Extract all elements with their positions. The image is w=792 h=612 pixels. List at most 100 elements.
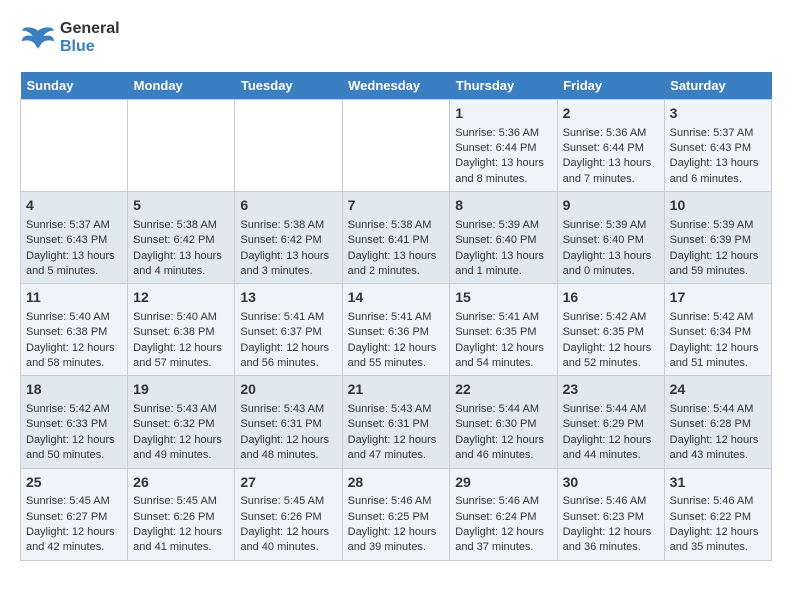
day-number: 10: [670, 196, 766, 216]
day-number: 24: [670, 380, 766, 400]
day-number: 26: [133, 473, 229, 493]
calendar-cell: [21, 100, 128, 192]
day-info: Sunrise: 5:41 AM Sunset: 6:36 PM Dayligh…: [348, 311, 437, 369]
day-number: 29: [455, 473, 551, 493]
day-number: 22: [455, 380, 551, 400]
day-number: 18: [26, 380, 122, 400]
day-number: 9: [563, 196, 659, 216]
day-info: Sunrise: 5:46 AM Sunset: 6:22 PM Dayligh…: [670, 495, 759, 553]
day-info: Sunrise: 5:42 AM Sunset: 6:35 PM Dayligh…: [563, 311, 652, 369]
day-info: Sunrise: 5:38 AM Sunset: 6:42 PM Dayligh…: [133, 219, 222, 277]
calendar-cell: 17 Sunrise: 5:42 AM Sunset: 6:34 PM Dayli…: [664, 284, 771, 376]
calendar-cell: 25Sunrise: 5:45 AM Sunset: 6:27 PM Dayli…: [21, 468, 128, 560]
day-info: Sunrise: 5:37 AM Sunset: 6:43 PM Dayligh…: [26, 219, 115, 277]
calendar-cell: 10 Sunrise: 5:39 AM Sunset: 6:39 PM Dayli…: [664, 192, 771, 284]
day-number: 5: [133, 196, 229, 216]
day-number: 7: [348, 196, 445, 216]
day-number: 15: [455, 288, 551, 308]
calendar-cell: 12 Sunrise: 5:40 AM Sunset: 6:38 PM Dayli…: [128, 284, 235, 376]
calendar-cell: [235, 100, 342, 192]
calendar-cell: 27Sunrise: 5:45 AM Sunset: 6:26 PM Dayli…: [235, 468, 342, 560]
calendar-cell: 3 Sunrise: 5:37 AM Sunset: 6:43 PM Daylig…: [664, 100, 771, 192]
day-info: Sunrise: 5:43 AM Sunset: 6:32 PM Dayligh…: [133, 403, 222, 461]
calendar-cell: 2 Sunrise: 5:36 AM Sunset: 6:44 PM Daylig…: [557, 100, 664, 192]
calendar-week-3: 11 Sunrise: 5:40 AM Sunset: 6:38 PM Dayli…: [21, 284, 772, 376]
day-header-friday: Friday: [557, 72, 664, 100]
calendar-cell: 5 Sunrise: 5:38 AM Sunset: 6:42 PM Daylig…: [128, 192, 235, 284]
calendar-cell: 7 Sunrise: 5:38 AM Sunset: 6:41 PM Daylig…: [342, 192, 450, 284]
day-number: 25: [26, 473, 122, 493]
calendar-cell: 28Sunrise: 5:46 AM Sunset: 6:25 PM Dayli…: [342, 468, 450, 560]
calendar-cell: 15 Sunrise: 5:41 AM Sunset: 6:35 PM Dayli…: [450, 284, 557, 376]
day-info: Sunrise: 5:38 AM Sunset: 6:42 PM Dayligh…: [240, 219, 329, 277]
day-info: Sunrise: 5:38 AM Sunset: 6:41 PM Dayligh…: [348, 219, 437, 277]
day-number: 3: [670, 104, 766, 124]
day-header-thursday: Thursday: [450, 72, 557, 100]
day-info: Sunrise: 5:41 AM Sunset: 6:37 PM Dayligh…: [240, 311, 329, 369]
day-number: 17: [670, 288, 766, 308]
day-info: Sunrise: 5:44 AM Sunset: 6:30 PM Dayligh…: [455, 403, 544, 461]
day-number: 14: [348, 288, 445, 308]
calendar-cell: 14 Sunrise: 5:41 AM Sunset: 6:36 PM Dayli…: [342, 284, 450, 376]
day-info: Sunrise: 5:43 AM Sunset: 6:31 PM Dayligh…: [240, 403, 329, 461]
day-info: Sunrise: 5:36 AM Sunset: 6:44 PM Dayligh…: [455, 127, 544, 185]
day-number: 20: [240, 380, 336, 400]
day-info: Sunrise: 5:46 AM Sunset: 6:24 PM Dayligh…: [455, 495, 544, 553]
day-header-saturday: Saturday: [664, 72, 771, 100]
logo: General Blue: [20, 20, 120, 56]
calendar-cell: 6Sunrise: 5:38 AM Sunset: 6:42 PM Daylig…: [235, 192, 342, 284]
calendar-cell: 29Sunrise: 5:46 AM Sunset: 6:24 PM Dayli…: [450, 468, 557, 560]
calendar-week-5: 25Sunrise: 5:45 AM Sunset: 6:27 PM Dayli…: [21, 468, 772, 560]
day-info: Sunrise: 5:44 AM Sunset: 6:28 PM Dayligh…: [670, 403, 759, 461]
calendar-cell: 21 Sunrise: 5:43 AM Sunset: 6:31 PM Dayli…: [342, 376, 450, 468]
calendar-header-row: SundayMondayTuesdayWednesdayThursdayFrid…: [21, 72, 772, 100]
day-info: Sunrise: 5:37 AM Sunset: 6:43 PM Dayligh…: [670, 127, 759, 185]
day-info: Sunrise: 5:39 AM Sunset: 6:40 PM Dayligh…: [455, 219, 544, 277]
calendar-cell: 8 Sunrise: 5:39 AM Sunset: 6:40 PM Daylig…: [450, 192, 557, 284]
calendar-cell: 31Sunrise: 5:46 AM Sunset: 6:22 PM Dayli…: [664, 468, 771, 560]
calendar-cell: [128, 100, 235, 192]
day-number: 11: [26, 288, 122, 308]
calendar-cell: 18 Sunrise: 5:42 AM Sunset: 6:33 PM Dayli…: [21, 376, 128, 468]
day-info: Sunrise: 5:43 AM Sunset: 6:31 PM Dayligh…: [348, 403, 437, 461]
day-number: 12: [133, 288, 229, 308]
calendar-cell: [342, 100, 450, 192]
day-info: Sunrise: 5:45 AM Sunset: 6:27 PM Dayligh…: [26, 495, 115, 553]
day-number: 8: [455, 196, 551, 216]
day-number: 21: [348, 380, 445, 400]
day-number: 16: [563, 288, 659, 308]
calendar-cell: 24 Sunrise: 5:44 AM Sunset: 6:28 PM Dayli…: [664, 376, 771, 468]
day-info: Sunrise: 5:40 AM Sunset: 6:38 PM Dayligh…: [26, 311, 115, 369]
day-number: 19: [133, 380, 229, 400]
calendar-body: 1Sunrise: 5:36 AM Sunset: 6:44 PM Daylig…: [21, 100, 772, 561]
day-info: Sunrise: 5:45 AM Sunset: 6:26 PM Dayligh…: [240, 495, 329, 553]
calendar-week-1: 1Sunrise: 5:36 AM Sunset: 6:44 PM Daylig…: [21, 100, 772, 192]
day-number: 4: [26, 196, 122, 216]
day-info: Sunrise: 5:42 AM Sunset: 6:33 PM Dayligh…: [26, 403, 115, 461]
day-number: 23: [563, 380, 659, 400]
day-info: Sunrise: 5:40 AM Sunset: 6:38 PM Dayligh…: [133, 311, 222, 369]
calendar-cell: 26Sunrise: 5:45 AM Sunset: 6:26 PM Dayli…: [128, 468, 235, 560]
day-info: Sunrise: 5:46 AM Sunset: 6:25 PM Dayligh…: [348, 495, 437, 553]
day-info: Sunrise: 5:36 AM Sunset: 6:44 PM Dayligh…: [563, 127, 652, 185]
day-info: Sunrise: 5:41 AM Sunset: 6:35 PM Dayligh…: [455, 311, 544, 369]
calendar-week-2: 4 Sunrise: 5:37 AM Sunset: 6:43 PM Daylig…: [21, 192, 772, 284]
day-header-monday: Monday: [128, 72, 235, 100]
day-info: Sunrise: 5:42 AM Sunset: 6:34 PM Dayligh…: [670, 311, 759, 369]
calendar-cell: 1Sunrise: 5:36 AM Sunset: 6:44 PM Daylig…: [450, 100, 557, 192]
logo-icon: [20, 23, 56, 53]
calendar-table: SundayMondayTuesdayWednesdayThursdayFrid…: [20, 72, 772, 561]
day-number: 2: [563, 104, 659, 124]
day-info: Sunrise: 5:46 AM Sunset: 6:23 PM Dayligh…: [563, 495, 652, 553]
day-header-wednesday: Wednesday: [342, 72, 450, 100]
calendar-cell: 30Sunrise: 5:46 AM Sunset: 6:23 PM Dayli…: [557, 468, 664, 560]
day-info: Sunrise: 5:45 AM Sunset: 6:26 PM Dayligh…: [133, 495, 222, 553]
logo-text: General Blue: [60, 20, 120, 56]
day-info: Sunrise: 5:39 AM Sunset: 6:40 PM Dayligh…: [563, 219, 652, 277]
day-info: Sunrise: 5:39 AM Sunset: 6:39 PM Dayligh…: [670, 219, 759, 277]
day-header-tuesday: Tuesday: [235, 72, 342, 100]
day-info: Sunrise: 5:44 AM Sunset: 6:29 PM Dayligh…: [563, 403, 652, 461]
day-number: 27: [240, 473, 336, 493]
day-number: 30: [563, 473, 659, 493]
day-header-sunday: Sunday: [21, 72, 128, 100]
